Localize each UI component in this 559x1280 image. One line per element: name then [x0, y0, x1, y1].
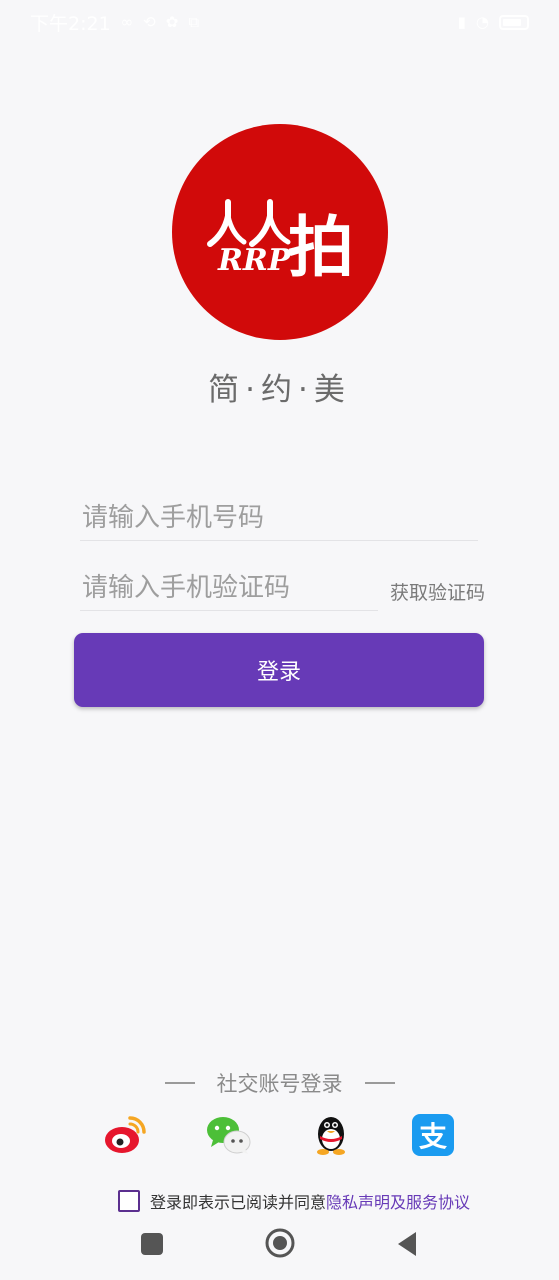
social-login-header: 社交账号登录	[0, 1068, 559, 1098]
app-logo: RRP 拍	[172, 124, 388, 340]
privacy-link[interactable]: 隐私声明	[326, 1189, 390, 1213]
svg-text:拍: 拍	[288, 209, 354, 286]
agreement-text: 登录即表示已阅读并同意	[150, 1193, 327, 1212]
link-icon: ∞	[120, 12, 134, 31]
social-login-title: 社交账号登录	[216, 1072, 343, 1096]
wifi-icon: ◔	[475, 12, 489, 31]
qq-icon[interactable]	[308, 1112, 354, 1158]
recent-apps-icon[interactable]	[141, 1233, 163, 1259]
signal-icon: ▮	[457, 12, 466, 31]
agreement-row: 登录即表示已阅读并同意 隐私声明 及 服务协议	[118, 1188, 470, 1214]
back-icon[interactable]	[396, 1231, 418, 1261]
service-link[interactable]: 服务协议	[406, 1189, 470, 1213]
get-code-button[interactable]: 获取验证码	[390, 578, 485, 605]
wechat-icon[interactable]	[205, 1112, 251, 1158]
social-login-row: 支	[0, 1112, 559, 1158]
divider-left	[164, 1082, 195, 1084]
verification-code-input[interactable]	[80, 560, 380, 616]
svg-text:支: 支	[419, 1120, 447, 1153]
settings-icon: ✿	[165, 12, 179, 31]
home-icon[interactable]	[264, 1227, 296, 1263]
weibo-icon[interactable]	[102, 1112, 148, 1158]
cast-icon: ⧉	[188, 12, 200, 31]
status-left: 下午2:21 ∞ ⟲ ✿ ⧉	[30, 9, 199, 36]
phone-field	[80, 490, 480, 546]
alipay-icon[interactable]: 支	[410, 1112, 456, 1158]
agreement-and: 及	[390, 1193, 407, 1212]
status-time: 下午2:21	[30, 12, 111, 35]
battery-icon	[499, 14, 529, 30]
logo-circle: RRP 拍	[172, 124, 388, 340]
login-button[interactable]: 登录	[74, 633, 484, 707]
phone-input[interactable]	[80, 490, 480, 546]
system-nav-bar	[0, 1215, 559, 1273]
status-right: ▮ ◔	[457, 12, 529, 31]
code-field	[80, 560, 380, 616]
agreement-checkbox[interactable]	[118, 1190, 140, 1212]
sync-icon: ⟲	[143, 12, 156, 31]
logo-mark: RRP	[217, 243, 292, 278]
slogan: 简·约·美	[208, 372, 351, 408]
status-bar: 下午2:21 ∞ ⟲ ✿ ⧉ ▮ ◔	[0, 0, 559, 44]
divider-right	[364, 1082, 395, 1084]
